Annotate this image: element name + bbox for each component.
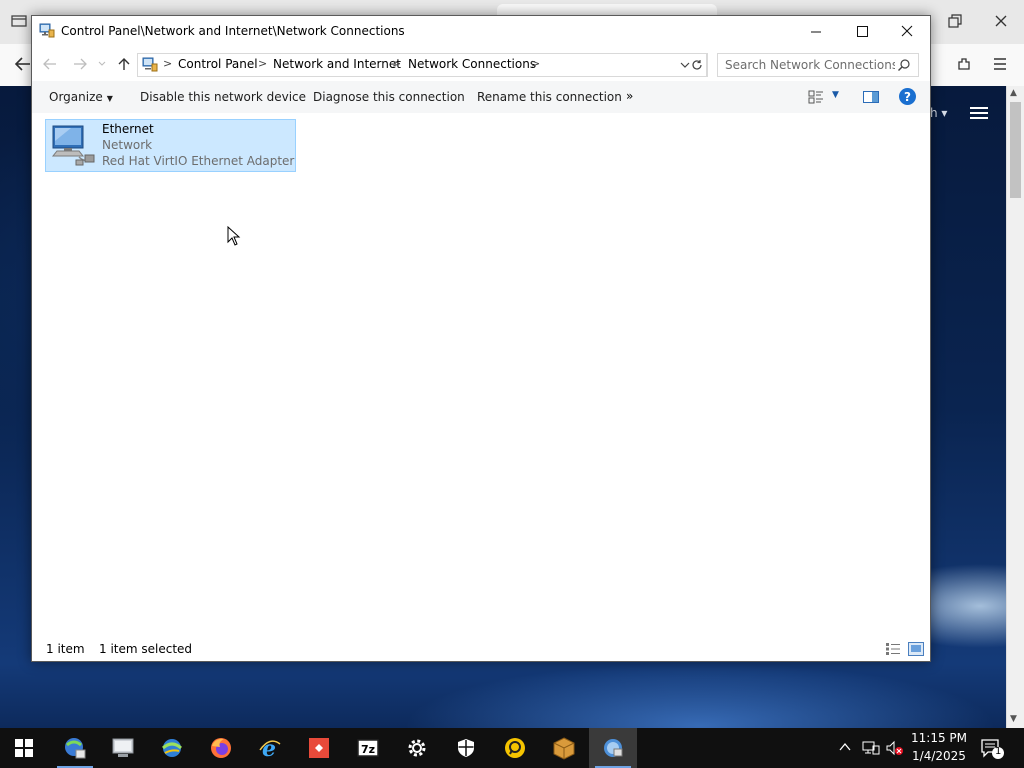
breadcrumb-separator[interactable]: > (258, 57, 267, 70)
ethernet-connection-item[interactable]: Ethernet Network Red Hat VirtIO Ethernet… (45, 119, 296, 172)
large-icons-view-icon[interactable] (908, 642, 924, 656)
firefox-icon[interactable] (197, 728, 245, 768)
browser-close-icon[interactable] (994, 14, 1008, 31)
network-app-icon[interactable] (51, 728, 99, 768)
network-connections-icon (39, 23, 55, 39)
control-panel-icon (142, 57, 158, 73)
rename-connection-button[interactable]: Rename this connection (477, 90, 622, 104)
git-app-icon[interactable] (295, 728, 343, 768)
command-bar: Organize ▼ Disable this network device Di… (32, 81, 930, 113)
dropdown-arrow-icon: ▼ (106, 94, 113, 103)
internet-explorer-icon[interactable]: e (246, 728, 294, 768)
site-hamburger-icon[interactable] (970, 104, 988, 122)
show-hidden-icons-chevron-icon[interactable] (838, 740, 854, 756)
help-button[interactable]: ? (899, 88, 916, 105)
disable-network-device-button[interactable]: Disable this network device (140, 90, 306, 104)
selected-count: 1 item selected (99, 642, 193, 656)
breadcrumb-network-and-internet[interactable]: Network and Internet (273, 57, 401, 71)
more-commands-chevron-icon[interactable]: » (626, 89, 633, 103)
breadcrumb-control-panel[interactable]: Control Panel (178, 57, 258, 71)
organize-button[interactable]: Organize ▼ (49, 90, 113, 104)
network-connections-app-icon[interactable] (589, 728, 637, 768)
file-list[interactable]: Ethernet Network Red Hat VirtIO Ethernet… (32, 113, 930, 637)
navigation-row: > Control Panel > Network and Internet >… (32, 47, 930, 81)
start-button[interactable] (0, 728, 48, 768)
browser-extensions-icon[interactable] (956, 56, 972, 75)
minimize-button[interactable] (793, 16, 839, 46)
globe-network-app-icon[interactable] (148, 728, 196, 768)
ethernet-adapter-icon (49, 123, 97, 169)
mouse-pointer-icon (227, 225, 241, 246)
change-view-icon[interactable] (808, 89, 824, 105)
close-button[interactable] (884, 16, 930, 46)
browser-scrollbar[interactable]: ▲ ▼ (1006, 86, 1024, 728)
browser-restore-icon[interactable] (948, 14, 962, 31)
search-icon[interactable] (897, 58, 911, 72)
window-title: Control Panel\Network and Internet\Netwo… (61, 24, 405, 38)
maximize-button[interactable] (839, 16, 885, 46)
breadcrumb-network-connections[interactable]: Network Connections (408, 57, 536, 71)
network-connections-window: Control Panel\Network and Internet\Netwo… (31, 15, 931, 662)
browser-tab-actions-icon[interactable] (11, 14, 27, 31)
search-box[interactable] (717, 53, 919, 77)
security-shield-icon[interactable] (442, 728, 490, 768)
details-view-icon[interactable] (885, 642, 901, 656)
volume-muted-icon[interactable] (886, 740, 904, 756)
clock-time[interactable]: 11:15 PM (904, 731, 974, 745)
browser-menu-icon[interactable] (992, 56, 1008, 75)
scroll-thumb[interactable] (1010, 102, 1021, 198)
taskbar: e 7z 11:15 PM 1/4/2025 1 (0, 728, 1024, 768)
connection-status: Network (102, 138, 153, 152)
address-bar[interactable]: > Control Panel > Network and Internet >… (137, 53, 707, 77)
action-center-icon[interactable]: 1 (980, 738, 1004, 760)
breadcrumb-separator[interactable]: > (163, 57, 172, 70)
computer-app-icon[interactable] (99, 728, 147, 768)
clock-date[interactable]: 1/4/2025 (904, 749, 974, 763)
forward-arrow-icon[interactable] (72, 56, 88, 72)
scroll-up-icon[interactable]: ▲ (1010, 88, 1017, 98)
notification-count: 1 (995, 746, 1002, 757)
remote-desktop-app-icon[interactable] (491, 728, 539, 768)
search-input[interactable] (718, 54, 895, 76)
view-dropdown-arrow-icon[interactable]: ▼ (832, 90, 839, 100)
connection-name: Ethernet (102, 122, 154, 136)
title-bar[interactable]: Control Panel\Network and Internet\Netwo… (32, 16, 930, 47)
breadcrumb-separator[interactable]: > (531, 57, 540, 70)
preview-pane-icon[interactable] (863, 89, 879, 105)
browser-back-icon[interactable] (14, 56, 32, 75)
diagnose-connection-button[interactable]: Diagnose this connection (313, 90, 465, 104)
network-status-icon[interactable] (862, 740, 880, 756)
svg-text:e: e (262, 736, 276, 760)
svg-text:7z: 7z (361, 743, 375, 756)
organize-label: Organize (49, 90, 103, 104)
scroll-down-icon[interactable]: ▼ (1010, 714, 1017, 724)
up-arrow-icon[interactable] (116, 56, 132, 72)
connection-adapter: Red Hat VirtIO Ethernet Adapter (102, 154, 295, 168)
status-bar: 1 item 1 item selected (32, 637, 930, 661)
breadcrumb-separator[interactable]: > (392, 57, 401, 70)
site-language-menu[interactable]: h ▾ (930, 106, 947, 120)
refresh-icon[interactable] (687, 53, 708, 77)
recent-locations-chevron-icon[interactable] (94, 56, 110, 72)
item-count: 1 item (46, 642, 85, 656)
7zip-icon[interactable]: 7z (344, 728, 392, 768)
package-app-icon[interactable] (540, 728, 588, 768)
back-arrow-icon[interactable] (42, 56, 58, 72)
settings-gear-icon[interactable] (393, 728, 441, 768)
